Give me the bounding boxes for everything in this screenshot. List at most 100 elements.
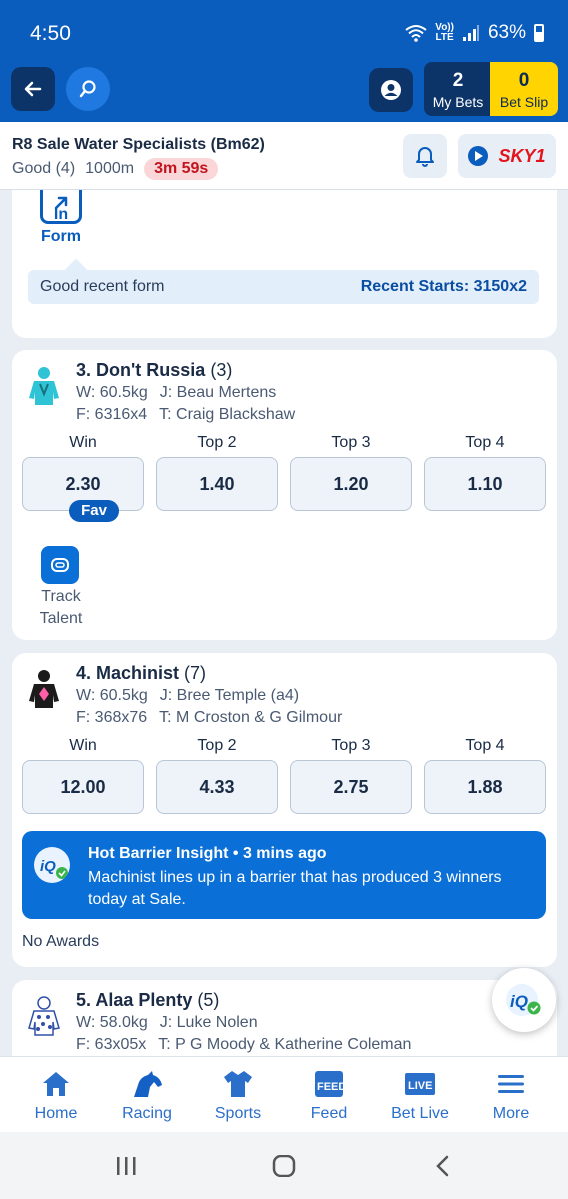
runner-weight-jockey: W: 60.5kg J: Bree Temple (a4)	[76, 687, 300, 704]
runner-weight-jockey: W: 60.5kg J: Beau Mertens	[76, 384, 277, 401]
market-label-top2: Top 2	[197, 737, 237, 754]
bell-icon	[416, 147, 434, 167]
race-details: Good (4) 1000m 3m 59s	[12, 158, 219, 180]
status-icons: Vo)) LTE 63%	[405, 22, 544, 44]
odds-button-top2[interactable]: 4.33	[156, 760, 278, 814]
recent-apps-icon[interactable]	[114, 1156, 138, 1176]
wifi-icon	[405, 25, 427, 42]
arrow-left-icon	[24, 81, 42, 97]
volte-indicator: Vo)) LTE	[435, 22, 454, 43]
iq-logo-icon: iQ	[34, 847, 70, 883]
insight-title: Hot Barrier Insight • 3 mins ago	[88, 845, 327, 862]
runner-name[interactable]: 3. Don't Russia (3)	[76, 360, 232, 381]
back-icon[interactable]	[434, 1155, 452, 1177]
market-label-top2: Top 2	[197, 434, 237, 451]
market-label-top3: Top 3	[331, 737, 371, 754]
iq-floating-button[interactable]: iQ	[492, 968, 556, 1032]
status-bar: 4:50 Vo)) LTE 63%	[0, 0, 568, 62]
awards-text: No Awards	[22, 933, 100, 950]
system-navigation	[0, 1132, 568, 1199]
menu-icon	[498, 1075, 524, 1093]
odds-button-top3[interactable]: 1.20	[290, 457, 412, 511]
play-icon	[468, 146, 489, 166]
bet-slip-button[interactable]: 0 Bet Slip	[490, 62, 558, 116]
runner-card: 3. Don't Russia (3) W: 60.5kg J: Beau Mer…	[12, 350, 557, 640]
nav-feed[interactable]: FEED Feed	[284, 1067, 374, 1123]
home-icon	[43, 1072, 69, 1096]
nav-sports[interactable]: Sports	[193, 1067, 283, 1123]
svg-text:LIVE: LIVE	[408, 1080, 432, 1092]
account-button[interactable]	[369, 68, 413, 112]
account-icon	[381, 80, 401, 100]
odds-button-win[interactable]: 2.30 Fav	[22, 457, 144, 522]
feed-icon: FEED	[315, 1071, 345, 1097]
bet-slip-count: 0	[518, 70, 530, 91]
my-bets-button[interactable]: 2 My Bets	[424, 62, 492, 116]
market-label-top3: Top 3	[331, 434, 371, 451]
market-label-top4: Top 4	[465, 737, 505, 754]
my-bets-count: 2	[452, 70, 464, 91]
my-bets-label: My Bets	[432, 94, 484, 110]
race-distance: 1000m	[85, 160, 135, 177]
track-condition: Good (4)	[12, 160, 76, 177]
search-icon	[79, 80, 96, 98]
odds-button-top4[interactable]: 1.88	[424, 760, 546, 814]
svg-text:iQ: iQ	[510, 992, 528, 1011]
bet-slip-label: Bet Slip	[499, 94, 549, 110]
iq-logo-icon: iQ	[506, 984, 541, 1016]
jersey-icon	[224, 1071, 252, 1097]
bottom-navigation: Home Racing Sports FEED Feed LIVE Bet Li…	[0, 1056, 568, 1132]
notify-button[interactable]	[403, 134, 447, 178]
runner-name[interactable]: 4. Machinist (7)	[76, 663, 206, 684]
runner-name[interactable]: 5. Alaa Plenty (5)	[76, 990, 219, 1011]
runner-list[interactable]: In Form Good recent form Recent Starts: …	[0, 190, 568, 1056]
runner-weight-jockey: W: 58.0kg J: Luke Nolen	[76, 1014, 258, 1031]
runner-card: 5. Alaa Plenty (5) W: 58.0kg J: Luke Nole…	[12, 980, 557, 1056]
svg-text:iQ: iQ	[40, 858, 56, 875]
market-label-win: Win	[69, 737, 97, 754]
nav-more[interactable]: More	[466, 1067, 556, 1123]
home-circle-icon[interactable]	[272, 1155, 296, 1177]
svg-text:FEED: FEED	[317, 1081, 345, 1093]
search-button[interactable]	[66, 67, 110, 111]
horse-icon	[134, 1071, 162, 1097]
battery-icon	[534, 24, 544, 42]
recent-starts: Recent Starts: 3150x2	[360, 278, 527, 295]
nav-home[interactable]: Home	[11, 1067, 101, 1123]
signal-icon	[462, 25, 479, 41]
live-icon: LIVE	[405, 1073, 435, 1095]
track-talent-label: Track Talent	[39, 588, 83, 627]
battery-percent: 63%	[487, 22, 526, 43]
race-info-bar: R8 Sale Water Specialists (Bm62) Good (4…	[0, 122, 568, 190]
market-label-win: Win	[69, 434, 97, 451]
track-talent-icon[interactable]	[41, 546, 79, 584]
nav-racing[interactable]: Racing	[102, 1067, 192, 1123]
jockey-silks-icon	[28, 996, 60, 1036]
nav-bet-live[interactable]: LIVE Bet Live	[375, 1067, 465, 1123]
back-button[interactable]	[11, 67, 55, 111]
odds-button-top3[interactable]: 2.75	[290, 760, 412, 814]
runner-form-trainer: F: 6316x4 T: Craig Blackshaw	[76, 406, 296, 423]
market-label-top4: Top 4	[465, 434, 505, 451]
insight-body: Machinist lines up in a barrier that has…	[88, 869, 502, 908]
runner-form-trainer: F: 368x76 T: M Croston & G Gilmour	[76, 709, 343, 726]
barrier-insight-banner[interactable]: iQ Hot Barrier Insight • 3 mins ago Mach…	[22, 831, 546, 919]
form-summary-text: Good recent form	[40, 278, 165, 295]
jockey-silks-icon	[29, 367, 59, 405]
race-title: R8 Sale Water Specialists (Bm62)	[12, 136, 265, 153]
runner-form-trainer: F: 63x05x T: P G Moody & Katherine Colema…	[76, 1036, 412, 1053]
odds-button-top4[interactable]: 1.10	[424, 457, 546, 511]
odds-button-win[interactable]: 12.00	[22, 760, 144, 814]
clock: 4:50	[30, 22, 71, 45]
favourite-badge: Fav	[69, 500, 119, 522]
runner-card: 4. Machinist (7) W: 60.5kg J: Bree Temple…	[12, 653, 557, 967]
countdown-badge: 3m 59s	[144, 158, 219, 180]
watch-live-button[interactable]: SKY1	[458, 134, 556, 178]
app-header: 2 My Bets 0 Bet Slip	[0, 62, 568, 122]
form-insight-card: In Form Good recent form Recent Starts: …	[12, 190, 557, 338]
channel-logo: SKY1	[498, 145, 546, 166]
in-form-label: In Form	[41, 206, 81, 245]
odds-button-top2[interactable]: 1.40	[156, 457, 278, 511]
jockey-silks-icon	[29, 670, 59, 708]
recent-form-summary: Good recent form Recent Starts: 3150x2	[28, 258, 539, 304]
